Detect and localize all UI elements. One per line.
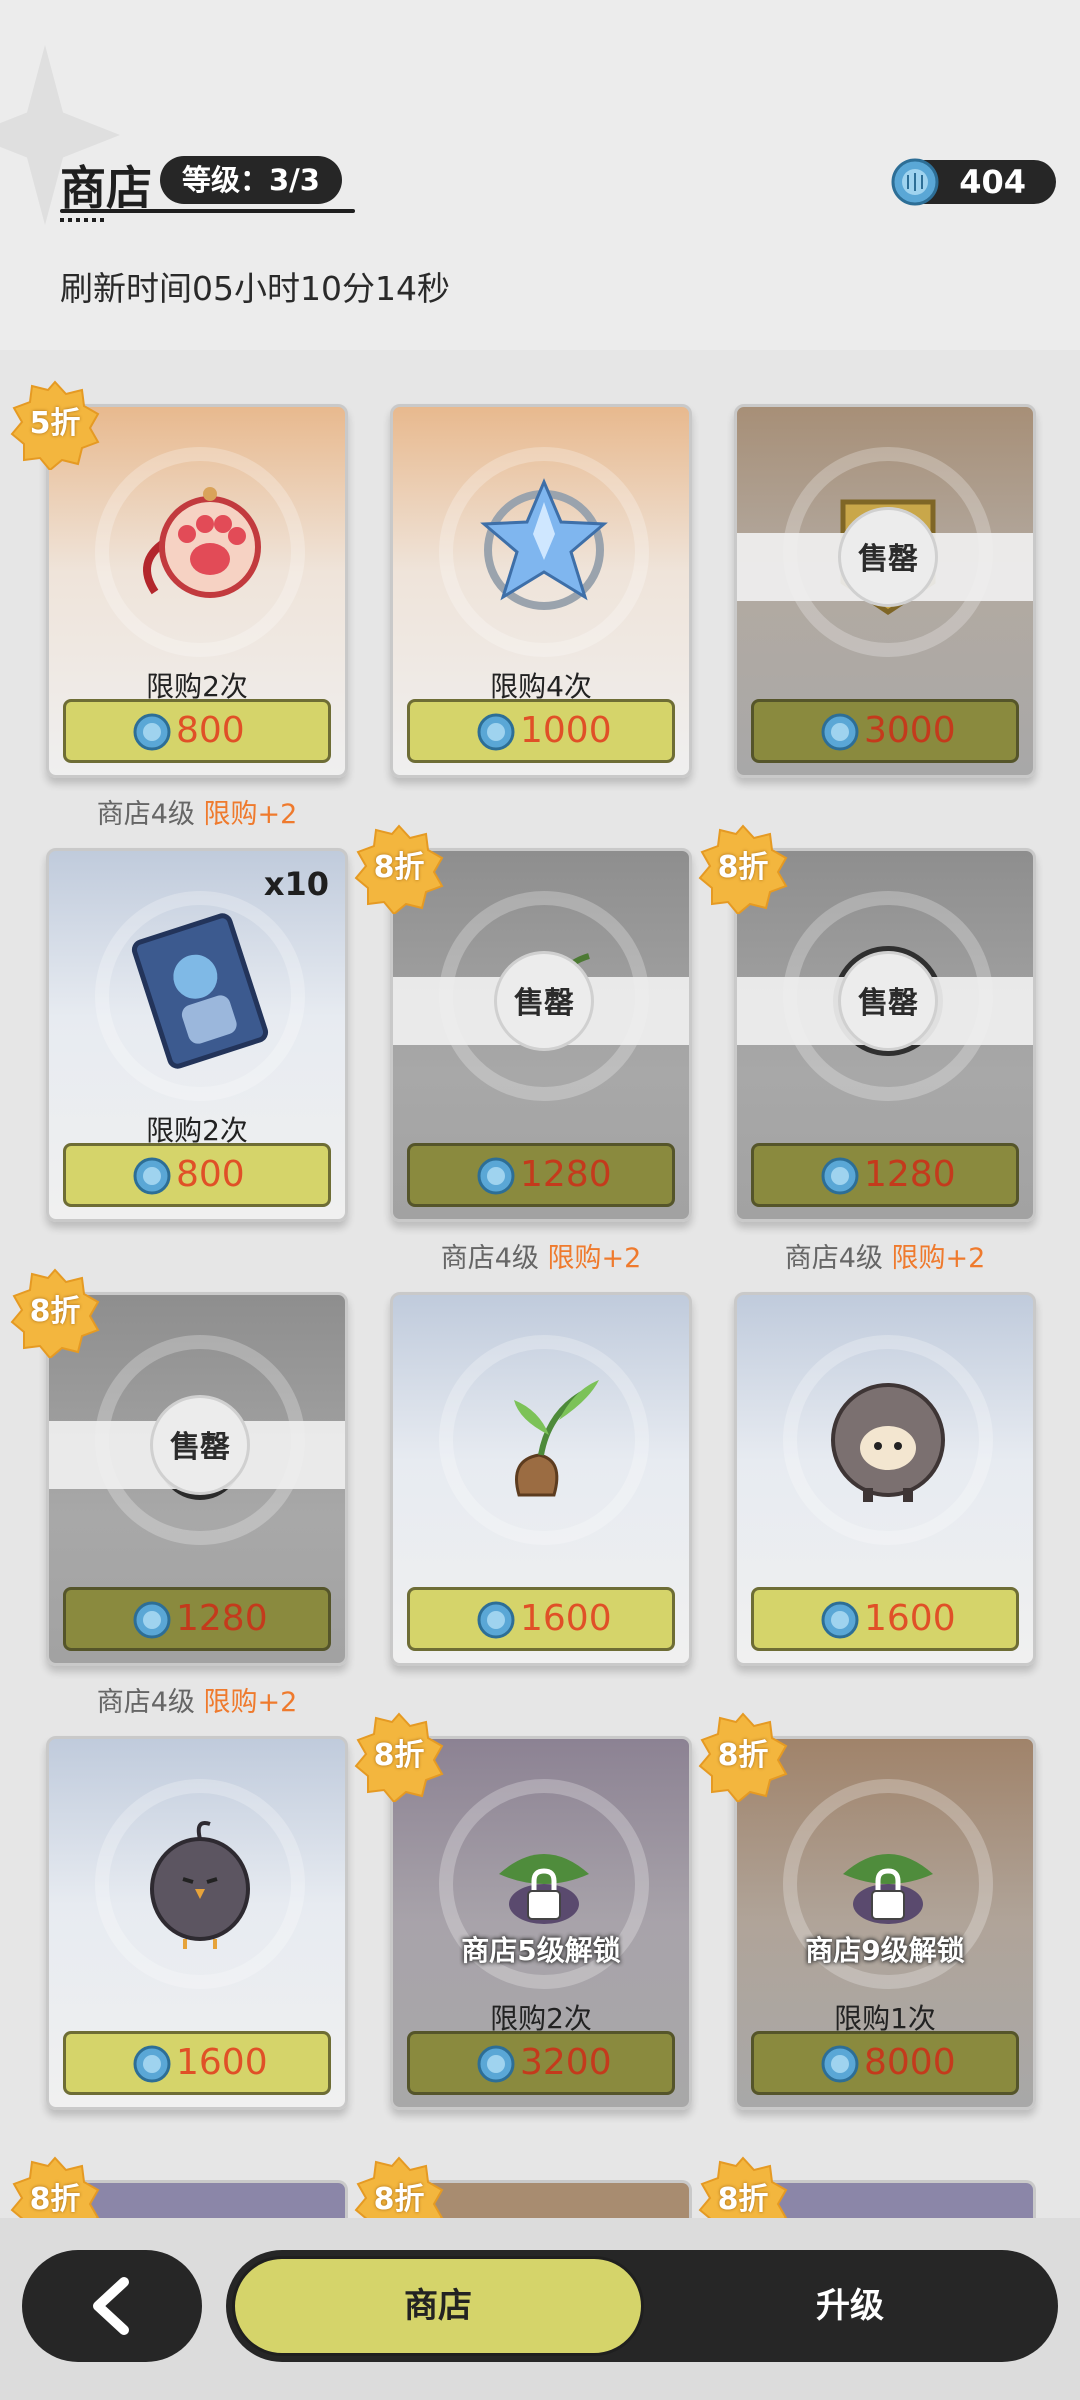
discount-badge: 8折 xyxy=(698,1712,788,1804)
discount-label: 8折 xyxy=(373,850,425,885)
bird-icon xyxy=(150,1821,250,1949)
note-highlight: 限购+2 xyxy=(891,1243,986,1274)
price-button[interactable]: 3200 xyxy=(407,2031,675,2095)
tab-shop[interactable]: 商店 xyxy=(232,2256,644,2356)
price-value: 1000 xyxy=(520,710,612,751)
gem-icon xyxy=(821,1157,859,1195)
chevron-left-icon xyxy=(93,2277,129,2335)
sold-out-label: 售罄 xyxy=(838,951,938,1051)
price-button[interactable]: 800 xyxy=(63,1143,331,1207)
unlock-requirement: 商店9级解锁 xyxy=(805,1934,965,1967)
gem-icon xyxy=(477,713,515,751)
gem-icon xyxy=(133,1601,171,1639)
sold-out-label: 售罄 xyxy=(150,1395,250,1495)
gem-icon xyxy=(133,713,171,751)
back-button[interactable] xyxy=(22,2250,202,2362)
discount-label: 5折 xyxy=(29,406,81,441)
sold-out-label: 售罄 xyxy=(838,507,938,607)
gem-icon xyxy=(133,2045,171,2083)
character-card-icon xyxy=(131,913,269,1069)
price-button[interactable]: 1280 xyxy=(407,1143,675,1207)
gem-icon xyxy=(477,1157,515,1195)
quantity-label: x10 xyxy=(263,865,329,903)
sprout-icon xyxy=(514,1380,599,1497)
shop-item-card[interactable]: 售罄 3000 xyxy=(734,404,1036,778)
price-button[interactable]: 8000 xyxy=(751,2031,1019,2095)
upgrade-note: 商店4级 限购+2 xyxy=(390,1236,692,1275)
note-highlight: 限购+2 xyxy=(547,1243,642,1274)
upgrade-note: 商店4级 限购+2 xyxy=(46,1680,348,1719)
price-value: 8000 xyxy=(864,2042,956,2083)
gem-icon xyxy=(821,2045,859,2083)
price-value: 3200 xyxy=(520,2042,612,2083)
discount-label: 8折 xyxy=(373,1738,425,1773)
discount-badge: 8折 xyxy=(354,824,444,916)
sold-out-label: 售罄 xyxy=(494,951,594,1051)
note-prefix: 商店4级 xyxy=(784,1243,883,1274)
note-highlight: 限购+2 xyxy=(203,1687,298,1718)
gem-icon xyxy=(477,2045,515,2083)
discount-badge: 8折 xyxy=(698,824,788,916)
price-button[interactable]: 1000 xyxy=(407,699,675,763)
discount-badge: 5折 xyxy=(10,380,100,472)
price-value: 800 xyxy=(176,710,245,751)
price-value: 1280 xyxy=(864,1154,956,1195)
price-value: 1600 xyxy=(176,2042,268,2083)
lock-icon xyxy=(527,1868,561,1920)
note-prefix: 商店4级 xyxy=(440,1243,539,1274)
price-value: 3000 xyxy=(864,710,956,751)
shop-grid: 限购2次 800 5折 商店4级 限购+2 限购4次 1000 售罄 3000 … xyxy=(0,0,1080,2400)
paw-pendant-icon xyxy=(143,487,261,598)
price-button[interactable]: 800 xyxy=(63,699,331,763)
price-value: 1280 xyxy=(520,1154,612,1195)
price-button[interactable]: 3000 xyxy=(751,699,1019,763)
tab-upgrade[interactable]: 升级 xyxy=(660,2256,1040,2356)
price-button[interactable]: 1280 xyxy=(63,1587,331,1651)
discount-label: 8折 xyxy=(29,1294,81,1329)
shop-item-card[interactable]: 1600 xyxy=(390,1292,692,1666)
discount-badge: 8折 xyxy=(10,1268,100,1360)
shop-item-card[interactable]: 1600 xyxy=(734,1292,1036,1666)
discount-label: 8折 xyxy=(717,850,769,885)
note-prefix: 商店4级 xyxy=(96,1687,195,1718)
crystal-star-icon xyxy=(480,478,608,610)
price-button[interactable]: 1280 xyxy=(751,1143,1019,1207)
discount-label: 8折 xyxy=(717,2182,769,2217)
price-value: 1600 xyxy=(864,1598,956,1639)
discount-label: 8折 xyxy=(717,1738,769,1773)
shop-item-card[interactable]: x10 限购2次 800 xyxy=(46,848,348,1222)
discount-label: 8折 xyxy=(29,2182,81,2217)
gem-icon xyxy=(477,1601,515,1639)
sheep-icon xyxy=(831,1383,945,1502)
discount-label: 8折 xyxy=(373,2182,425,2217)
gem-icon xyxy=(821,713,859,751)
price-button[interactable]: 1600 xyxy=(751,1587,1019,1651)
price-button[interactable]: 1600 xyxy=(407,1587,675,1651)
price-value: 1600 xyxy=(520,1598,612,1639)
gem-icon xyxy=(821,1601,859,1639)
discount-badge: 8折 xyxy=(354,1712,444,1804)
gem-icon xyxy=(133,1157,171,1195)
shop-item-card[interactable]: 限购4次 1000 xyxy=(390,404,692,778)
price-button[interactable]: 1600 xyxy=(63,2031,331,2095)
note-highlight: 限购+2 xyxy=(203,799,298,830)
lock-icon xyxy=(871,1868,905,1920)
price-value: 1280 xyxy=(176,1598,268,1639)
upgrade-note: 商店4级 限购+2 xyxy=(46,792,348,831)
note-prefix: 商店4级 xyxy=(96,799,195,830)
price-value: 800 xyxy=(176,1154,245,1195)
unlock-requirement: 商店5级解锁 xyxy=(461,1934,621,1967)
upgrade-note: 商店4级 限购+2 xyxy=(734,1236,1036,1275)
shop-item-card[interactable]: 1600 xyxy=(46,1736,348,2110)
